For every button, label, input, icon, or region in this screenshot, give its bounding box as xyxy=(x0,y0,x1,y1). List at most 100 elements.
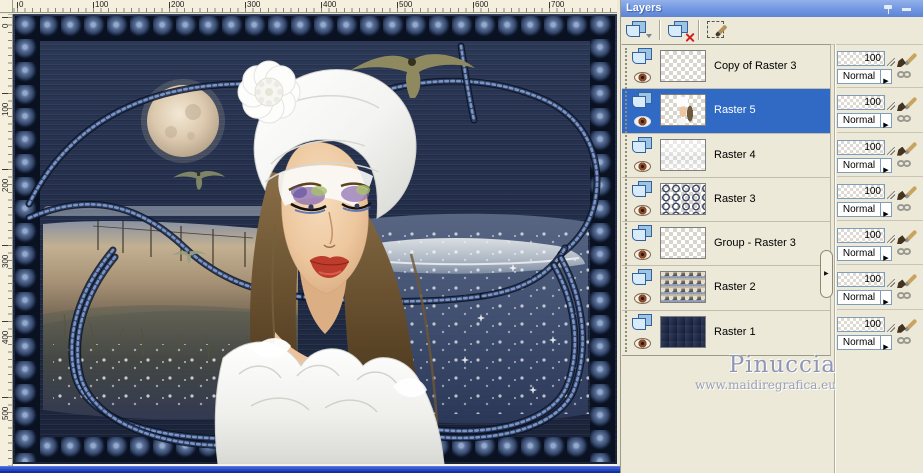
new-layer-dropdown-arrow[interactable] xyxy=(646,34,652,38)
delete-x-icon xyxy=(685,32,695,42)
blend-mode-arrow-button[interactable]: ▶ xyxy=(881,201,892,218)
opacity-field[interactable]: 100 xyxy=(837,139,885,155)
opacity-field[interactable]: 100 xyxy=(837,95,885,111)
blend-mode-select[interactable]: Normal xyxy=(837,201,881,217)
ruler-label: 0 xyxy=(1,23,10,28)
canvas-image[interactable] xyxy=(13,14,617,464)
watermark: Pinuccia www.maidiregrafica.eu xyxy=(695,352,836,392)
brush-icon[interactable] xyxy=(896,92,918,112)
layer-type-icon xyxy=(632,48,652,64)
blend-mode-arrow-button[interactable]: ▶ xyxy=(881,246,892,262)
arrow-icon: ▶ xyxy=(883,77,889,85)
arrow-icon: ▶ xyxy=(883,209,889,218)
brush-icon[interactable] xyxy=(896,48,918,68)
layer-link-icon[interactable] xyxy=(897,291,915,303)
visibility-eye-icon[interactable] xyxy=(634,249,651,261)
turban-flower xyxy=(237,60,301,124)
opacity-field[interactable]: 100 xyxy=(837,183,885,199)
opacity-slider-grip-icon[interactable] xyxy=(887,58,895,66)
canvas-artwork xyxy=(13,14,617,464)
brush-icon[interactable] xyxy=(896,181,918,201)
layer-link-icon[interactable] xyxy=(897,203,915,215)
layer-link-icon[interactable] xyxy=(897,70,915,82)
layer-name: Copy of Raster 3 xyxy=(714,60,797,72)
layer-link-icon[interactable] xyxy=(897,114,915,126)
layer-type-icon xyxy=(632,313,652,330)
blend-mode-select[interactable]: Normal xyxy=(837,157,881,173)
blend-mode-select[interactable]: Normal xyxy=(837,69,881,84)
opacity-slider-grip-icon[interactable] xyxy=(887,190,895,199)
visibility-eye-icon[interactable] xyxy=(634,72,651,83)
blend-mode-arrow-button[interactable]: ▶ xyxy=(881,157,892,174)
blend-mode-arrow-button[interactable]: ▶ xyxy=(881,69,892,85)
layer-name: Raster 1 xyxy=(714,325,756,338)
visibility-eye-icon[interactable] xyxy=(634,204,651,216)
palette-splitter[interactable] xyxy=(834,44,836,473)
opacity-field[interactable]: 100 xyxy=(837,272,885,288)
edit-selection-button[interactable] xyxy=(707,21,731,40)
ruler-label: 500 xyxy=(399,0,413,9)
blend-mode-select[interactable]: Normal xyxy=(837,113,881,129)
layer-row-raster-5[interactable]: Raster 5 xyxy=(622,89,830,134)
layer-row-raster-2[interactable]: Raster 2 xyxy=(622,266,830,311)
opacity-slider-grip-icon[interactable] xyxy=(887,279,895,288)
layer-thumbnail[interactable] xyxy=(660,227,706,260)
arrow-icon: ▶ xyxy=(883,342,889,351)
palette-titlebar[interactable]: Layers xyxy=(621,0,923,17)
pin-icon[interactable] xyxy=(883,4,893,14)
blend-mode-arrow-button[interactable]: ▶ xyxy=(881,113,892,129)
layer-row-group-raster-3[interactable]: Group - Raster 3 xyxy=(622,222,830,267)
new-layer-button[interactable] xyxy=(626,21,652,40)
layer-type-icon xyxy=(632,269,652,286)
brush-icon[interactable] xyxy=(896,225,918,245)
layer-row-raster-4[interactable]: Raster 4 xyxy=(622,134,830,178)
layer-link-icon[interactable] xyxy=(897,247,915,259)
opacity-value: 100 xyxy=(864,97,881,109)
blend-mode-value: Normal xyxy=(842,159,876,171)
brush-icon[interactable] xyxy=(896,314,918,334)
visibility-eye-icon[interactable] xyxy=(634,293,651,305)
toolbar-separator xyxy=(659,20,661,40)
blend-mode-select[interactable]: Normal xyxy=(837,246,881,262)
opacity-slider-grip-icon[interactable] xyxy=(887,235,895,244)
layer-thumbnail[interactable] xyxy=(660,315,706,348)
delete-layer-button[interactable] xyxy=(668,21,692,40)
visibility-eye-icon[interactable] xyxy=(634,337,651,349)
layer-thumbnail[interactable] xyxy=(660,50,706,82)
ruler-label: 700 xyxy=(551,0,565,9)
layer-thumbnail[interactable] xyxy=(660,182,706,215)
layer-row-raster-1[interactable]: Raster 1 xyxy=(622,311,830,355)
blend-mode-select[interactable]: Normal xyxy=(837,290,881,306)
visibility-eye-icon[interactable] xyxy=(634,160,651,172)
opacity-slider-grip-icon[interactable] xyxy=(887,146,895,155)
new-layer-icon xyxy=(626,21,646,37)
opacity-field[interactable]: 100 xyxy=(837,51,885,66)
minimize-icon[interactable] xyxy=(902,8,911,11)
opacity-field[interactable]: 100 xyxy=(837,316,885,332)
layer-row-copy-of-raster-3[interactable]: Copy of Raster 3 xyxy=(622,45,830,90)
layer-row-raster-3[interactable]: Raster 3 xyxy=(622,178,830,223)
layer-name: Raster 3 xyxy=(714,192,756,205)
layer-link-icon[interactable] xyxy=(897,159,915,171)
layer-link-icon[interactable] xyxy=(897,336,915,348)
arrow-icon: ▶ xyxy=(883,165,889,174)
splitter-collapse-handle[interactable]: ▶ xyxy=(820,250,833,298)
layer-thumbnail[interactable] xyxy=(660,271,706,304)
layer-name: Raster 5 xyxy=(714,104,756,117)
layer-thumbnail[interactable] xyxy=(660,138,706,171)
blend-mode-arrow-button[interactable]: ▶ xyxy=(881,334,892,351)
opacity-slider-grip-icon[interactable] xyxy=(887,323,895,332)
blend-mode-arrow-button[interactable]: ▶ xyxy=(881,290,892,306)
opacity-field[interactable]: 100 xyxy=(837,228,885,244)
layer-thumbnail[interactable] xyxy=(660,94,706,127)
palette-toolbar xyxy=(621,17,923,45)
palette-title: Layers xyxy=(626,2,662,14)
layer-list: Copy of Raster 3 Raster 5 Raster 4 Raste… xyxy=(622,44,831,356)
brush-icon[interactable] xyxy=(896,269,918,289)
opacity-slider-grip-icon[interactable] xyxy=(887,102,895,111)
layer-name: Raster 4 xyxy=(714,148,756,161)
brush-icon[interactable] xyxy=(896,137,918,157)
visibility-eye-icon[interactable] xyxy=(634,116,651,128)
blend-mode-select[interactable]: Normal xyxy=(837,334,881,350)
watermark-url: www.maidiregrafica.eu xyxy=(694,378,836,392)
